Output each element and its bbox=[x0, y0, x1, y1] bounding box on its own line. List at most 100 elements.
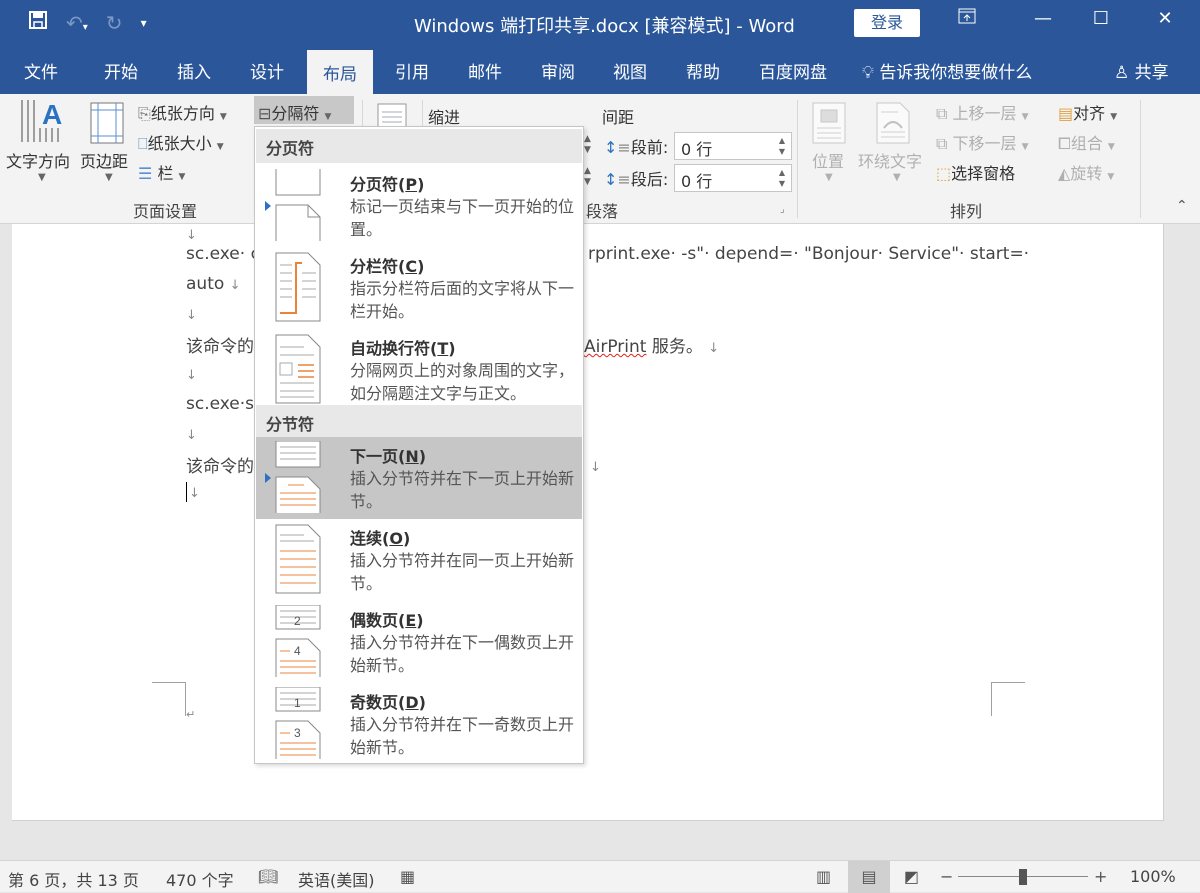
zoom-level[interactable]: 100% bbox=[1130, 867, 1176, 886]
orientation-button[interactable]: ⎘纸张方向 ▼ bbox=[138, 100, 227, 124]
tab-home[interactable]: 开始 bbox=[104, 58, 138, 83]
paragraph-mark: ↓ bbox=[590, 460, 601, 475]
window-title: Windows 端打印共享.docx [兼容模式] - Word bbox=[414, 16, 795, 37]
quick-access-toolbar: ↶▾ ↻ ▾ bbox=[28, 10, 147, 35]
next-page-section-icon bbox=[275, 441, 321, 513]
group-divider bbox=[1140, 100, 1141, 218]
macro-recording-icon[interactable]: ▦ bbox=[400, 867, 415, 886]
even-page-section-icon: 24 bbox=[275, 605, 321, 677]
tab-insert[interactable]: 插入 bbox=[177, 58, 211, 83]
tab-layout[interactable]: 布局 bbox=[307, 50, 373, 94]
spacing-before-input[interactable]: 0 行 ▲ ▼ bbox=[674, 132, 792, 160]
zoom-in-button[interactable]: + bbox=[1094, 867, 1107, 886]
page-breaks-header: 分页符 bbox=[256, 129, 582, 163]
page-break-icon bbox=[275, 169, 321, 241]
position-icon bbox=[812, 102, 846, 148]
chevron-down-icon[interactable]: ▼ bbox=[38, 172, 46, 183]
odd-page-section-icon: 13 bbox=[275, 687, 321, 759]
tab-review[interactable]: 审阅 bbox=[541, 58, 575, 83]
status-bar: 第 6 页，共 13 页 470 个字 📖︎ 英语(美国) ▦ ▥ ▤ ◩ − … bbox=[0, 860, 1200, 893]
menu-item-even-page[interactable]: 24 偶数页(E) 插入分节符并在下一偶数页上开始新节。 bbox=[256, 601, 582, 683]
bring-forward-icon: ⧉ bbox=[936, 104, 948, 123]
bring-forward-button[interactable]: ⧉ 上移一层 ▼ bbox=[936, 100, 1029, 124]
margins-button[interactable]: 页边距 bbox=[80, 148, 128, 172]
menu-item-page-break[interactable]: 分页符(P) 标记一页结束与下一页开始的位置。 bbox=[256, 165, 582, 247]
ribbon-tabs: 文件 开始 插入 设计 布局 引用 邮件 审阅 视图 帮助 百度网盘 💡︎ 告诉… bbox=[0, 48, 1200, 94]
share-button[interactable]: ♙ 共享 bbox=[1114, 58, 1169, 83]
size-button[interactable]: ⎕纸张大小 ▼ bbox=[138, 130, 224, 154]
menu-item-text-wrapping-break[interactable]: 自动换行符(T) 分隔网页上的对象周围的文字，如分隔题注文字与正文。 bbox=[256, 329, 582, 411]
menu-item-continuous[interactable]: 连续(O) 插入分节符并在同一页上开始新节。 bbox=[256, 519, 582, 601]
print-layout-icon[interactable]: ▤ bbox=[848, 861, 890, 893]
svg-text:A: A bbox=[42, 99, 62, 130]
indent-left-spinner-arrows[interactable]: ▲ ▼ bbox=[584, 134, 591, 156]
collapse-ribbon-icon[interactable]: ⌃ bbox=[1176, 198, 1188, 214]
maximize-button[interactable]: ☐ bbox=[1086, 8, 1116, 29]
crop-mark-bottom-left bbox=[152, 682, 186, 716]
send-backward-button[interactable]: ⧉ 下移一层 ▼ bbox=[936, 130, 1029, 154]
spelling-error-airprint[interactable]: AirPrint bbox=[584, 337, 646, 357]
menu-item-description: 标记一页结束与下一页开始的位置。 bbox=[350, 197, 575, 239]
menu-item-description: 插入分节符并在下一奇数页上开始新节。 bbox=[350, 715, 575, 757]
spacing-after-input[interactable]: 0 行 ▲ ▼ bbox=[674, 164, 792, 192]
ribbon-display-options-icon[interactable] bbox=[952, 8, 982, 29]
zoom-out-button[interactable]: − bbox=[940, 867, 953, 886]
tab-mailings[interactable]: 邮件 bbox=[468, 58, 502, 83]
doc-line-continued: AirPrint 服务。 ↓ bbox=[584, 337, 720, 357]
tab-file[interactable]: 文件 bbox=[24, 58, 58, 83]
svg-text:2: 2 bbox=[294, 614, 301, 628]
indent-right-spinner-arrows[interactable]: ▲ ▼ bbox=[584, 166, 591, 188]
word-count[interactable]: 470 个字 bbox=[166, 867, 234, 891]
tab-view[interactable]: 视图 bbox=[613, 58, 647, 83]
tell-me-box[interactable]: 💡︎ 告诉我你想要做什么 bbox=[862, 58, 1032, 83]
redo-icon[interactable]: ↻ bbox=[106, 11, 123, 35]
columns-button[interactable]: ☰ 栏 ▼ bbox=[138, 160, 185, 184]
spinner-arrows[interactable]: ▲ ▼ bbox=[779, 167, 785, 189]
login-button[interactable]: 登录 bbox=[854, 9, 920, 37]
menu-item-next-page[interactable]: 下一页(N) 插入分节符并在下一页上开始新节。 bbox=[256, 437, 582, 519]
section-breaks-header: 分节符 bbox=[256, 405, 582, 439]
tab-help[interactable]: 帮助 bbox=[686, 58, 720, 83]
minimize-button[interactable]: — bbox=[1028, 8, 1058, 29]
menu-item-title: 奇数页(D) bbox=[350, 693, 426, 712]
tab-baidu-netdisk[interactable]: 百度网盘 bbox=[759, 58, 827, 83]
web-layout-icon[interactable]: ◩ bbox=[904, 867, 919, 886]
return-mark: ↵ bbox=[186, 708, 196, 721]
close-button[interactable]: ✕ bbox=[1150, 8, 1180, 29]
paragraph-mark: ↓ bbox=[186, 308, 197, 323]
wrap-text-button[interactable]: 环绕文字 bbox=[858, 148, 922, 172]
tab-references[interactable]: 引用 bbox=[395, 58, 429, 83]
spinner-arrows[interactable]: ▲ ▼ bbox=[779, 135, 785, 157]
language-indicator[interactable]: 英语(美国) bbox=[298, 867, 375, 891]
spacing-before-label: ↕≡段前: bbox=[604, 138, 669, 157]
document-page[interactable]: ↓ sc.exe· c rprint.exe· -s"· depend=· "B… bbox=[12, 224, 1164, 821]
proofing-icon[interactable]: 📖︎ bbox=[258, 867, 278, 886]
lightbulb-icon: 💡︎ bbox=[862, 63, 874, 83]
breaks-button[interactable]: ⊟分隔符 ▼ bbox=[254, 96, 354, 124]
save-icon[interactable] bbox=[28, 10, 48, 35]
spacing-after-label: ↕≡段后: bbox=[604, 170, 669, 189]
orientation-label: 纸张方向 bbox=[150, 104, 215, 123]
text-direction-label[interactable]: 文字方向 bbox=[6, 148, 70, 172]
menu-item-odd-page[interactable]: 13 奇数页(D) 插入分节符并在下一奇数页上开始新节。 bbox=[256, 683, 582, 765]
selection-pane-button[interactable]: ⬚选择窗格 bbox=[936, 160, 1015, 184]
group-objects-button[interactable]: ⧠组合 ▼ bbox=[1058, 130, 1115, 154]
undo-icon[interactable]: ↶▾ bbox=[66, 11, 88, 35]
customize-qat-icon[interactable]: ▾ bbox=[141, 16, 147, 30]
text-direction-icon: A bbox=[21, 99, 62, 142]
align-button[interactable]: ▤对齐 ▼ bbox=[1058, 100, 1117, 124]
menu-item-title: 分栏符(C) bbox=[350, 257, 425, 276]
position-button[interactable]: 位置 bbox=[812, 148, 844, 172]
zoom-slider-thumb[interactable] bbox=[1019, 869, 1027, 885]
rotate-button[interactable]: ◭旋转 ▼ bbox=[1058, 160, 1114, 184]
page-count[interactable]: 第 6 页，共 13 页 bbox=[8, 867, 139, 891]
chevron-down-icon[interactable]: ▼ bbox=[105, 172, 113, 183]
svg-text:4: 4 bbox=[294, 644, 301, 658]
tab-design[interactable]: 设计 bbox=[250, 58, 284, 83]
page-setup-group-label: 页面设置 bbox=[133, 202, 198, 221]
paragraph-dialog-launcher-icon[interactable]: ⌟ bbox=[780, 204, 785, 215]
doc-line: 该命令的 bbox=[186, 337, 254, 357]
menu-item-column-break[interactable]: 分栏符(C) 指示分栏符后面的文字将从下一栏开始。 bbox=[256, 247, 582, 329]
menu-item-description: 插入分节符并在下一页上开始新节。 bbox=[350, 469, 575, 511]
read-mode-icon[interactable]: ▥ bbox=[816, 867, 831, 886]
